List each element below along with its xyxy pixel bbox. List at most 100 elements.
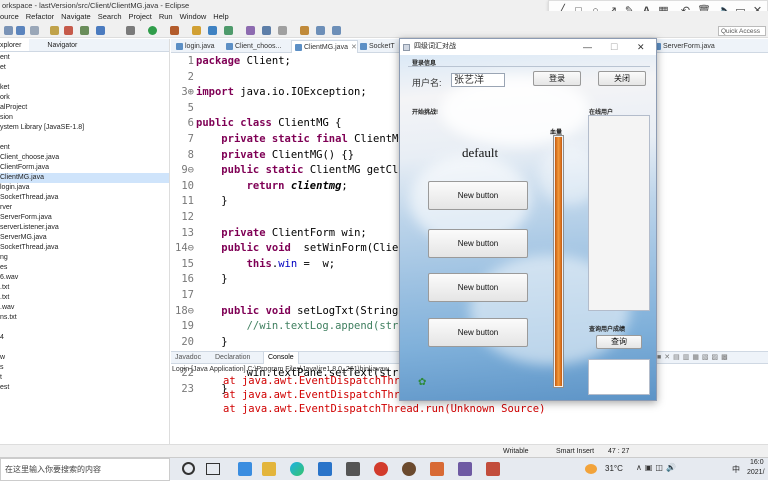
debug-stop-icon[interactable] xyxy=(64,26,73,35)
explorer-tree-item[interactable]: ng xyxy=(0,253,169,263)
external-tools-icon[interactable] xyxy=(170,26,179,35)
weather-icon[interactable] xyxy=(585,464,597,474)
explorer-tree-item[interactable]: ClientForm.java xyxy=(0,163,169,173)
tab-console[interactable]: Console xyxy=(263,352,299,364)
menu-item[interactable]: Run xyxy=(159,11,173,23)
step-into-icon[interactable] xyxy=(96,26,105,35)
answer-button-3[interactable]: New button xyxy=(428,273,528,302)
save-icon[interactable] xyxy=(16,26,25,35)
explorer-tree-item[interactable]: est xyxy=(0,383,169,393)
last-edit-icon[interactable] xyxy=(300,26,309,35)
online-users-list[interactable] xyxy=(588,115,650,311)
explorer-tree-item[interactable]: ket xyxy=(0,83,169,93)
explorer-tree-item[interactable] xyxy=(0,133,169,143)
explorer-tree-item[interactable]: sion xyxy=(0,113,169,123)
explorer-tree-item[interactable]: ent xyxy=(0,143,169,153)
new-icon[interactable] xyxy=(4,26,13,35)
explorer-tree-item[interactable]: et xyxy=(0,63,169,73)
search-icon[interactable] xyxy=(262,26,271,35)
explorer-tree-item[interactable]: SocketThread.java xyxy=(0,193,169,203)
tab-declaration[interactable]: Declaration xyxy=(215,352,250,364)
answer-button-1[interactable]: New button xyxy=(428,181,528,210)
explorer-tree-item[interactable]: w xyxy=(0,353,169,363)
explorer-tree-item[interactable]: ent xyxy=(0,53,169,63)
tab-serverform-java[interactable]: ServerForm.java xyxy=(651,40,715,53)
code-line[interactable]: public static ClientMG getCl xyxy=(196,164,398,176)
store-icon[interactable] xyxy=(346,462,360,476)
explorer-tree-item[interactable]: .txt xyxy=(0,283,169,293)
code-line[interactable]: return clientmg; xyxy=(196,180,348,192)
explorer-tree-item[interactable]: 6.wav xyxy=(0,273,169,283)
code-line[interactable]: private ClientForm win; xyxy=(196,227,366,239)
eclipse-icon[interactable] xyxy=(458,462,472,476)
mail-icon[interactable] xyxy=(318,462,332,476)
code-line[interactable]: this.win = w; xyxy=(196,258,336,270)
taskbar-search-box[interactable]: 在这里输入你要搜索的内容 xyxy=(0,458,170,481)
app-icon[interactable] xyxy=(402,462,416,476)
code-line[interactable]: import java.io.IOException; xyxy=(196,86,367,98)
file-explorer-icon[interactable] xyxy=(262,462,276,476)
explorer-tree-item[interactable]: 4 xyxy=(0,333,169,343)
tab-client-choose[interactable]: Client_choos... xyxy=(223,40,281,53)
tab-javadoc[interactable]: Javadoc xyxy=(175,352,201,364)
input-language[interactable]: 中 xyxy=(732,464,740,475)
menu-item[interactable]: Navigate xyxy=(61,11,91,23)
code-line[interactable]: package Client; xyxy=(196,55,291,67)
cortana-icon[interactable] xyxy=(182,462,195,475)
explorer-tree-item[interactable]: .wav xyxy=(0,303,169,313)
tray-icons[interactable]: ∧▣◫🔊 xyxy=(636,463,679,472)
close-tab-icon[interactable]: ✕ xyxy=(351,44,357,51)
task-view-icon[interactable] xyxy=(206,463,220,475)
forward-icon[interactable] xyxy=(332,26,341,35)
minimize-icon[interactable]: — xyxy=(583,39,592,55)
code-line[interactable]: //win.textLog.append(str xyxy=(196,320,399,332)
login-button[interactable]: 登录 xyxy=(533,71,581,86)
explorer-tree-item[interactable]: Client_choose.java xyxy=(0,153,169,163)
menu-item[interactable]: Search xyxy=(98,11,122,23)
code-line[interactable]: } xyxy=(196,195,227,207)
tab-clientmg-java[interactable]: ClientMG.java ✕ xyxy=(291,40,358,53)
explorer-tree-item[interactable]: ClientMG.java xyxy=(0,173,169,183)
print-icon[interactable] xyxy=(30,26,39,35)
answer-button-2[interactable]: New button xyxy=(428,229,528,258)
menu-item[interactable]: Help xyxy=(213,11,228,23)
code-line[interactable]: } xyxy=(196,273,227,285)
username-field[interactable]: 张艺洋 xyxy=(451,73,505,87)
explorer-tree-item[interactable]: serverListener.java xyxy=(0,223,169,233)
back-icon[interactable] xyxy=(316,26,325,35)
explorer-tree-item[interactable]: ServerMG.java xyxy=(0,233,169,243)
quick-access-field[interactable]: Quick Access xyxy=(718,26,766,36)
menu-item[interactable]: Project xyxy=(129,11,152,23)
explorer-tree-item[interactable]: ork xyxy=(0,93,169,103)
code-line[interactable]: private ClientMG() {} xyxy=(196,149,354,161)
menu-item[interactable]: Window xyxy=(180,11,207,23)
code-line[interactable]: public class ClientMG { xyxy=(196,117,341,129)
new-class-icon[interactable] xyxy=(224,26,233,35)
explorer-tree-item[interactable] xyxy=(0,323,169,333)
tab-navigator[interactable]: Navigator xyxy=(47,39,77,51)
explorer-tree-item[interactable]: login.java xyxy=(0,183,169,193)
app-icon[interactable] xyxy=(238,462,252,476)
annotation-icon[interactable] xyxy=(278,26,287,35)
explorer-tree-item[interactable]: ystem Library [JavaSE-1.8] xyxy=(0,123,169,133)
tab-login-java[interactable]: login.java xyxy=(173,40,215,53)
java-app-icon[interactable] xyxy=(486,462,500,476)
app-icon[interactable] xyxy=(430,462,444,476)
menu-item[interactable]: Refactor xyxy=(26,11,54,23)
code-line[interactable]: public void setLogTxt(String xyxy=(196,305,398,317)
step-icon[interactable] xyxy=(80,26,89,35)
code-line[interactable]: public void setWinForm(Clie xyxy=(196,242,398,254)
explorer-tree-item[interactable]: .txt xyxy=(0,293,169,303)
explorer-tree-item[interactable]: ServerForm.java xyxy=(0,213,169,223)
explorer-tree-item[interactable]: t xyxy=(0,373,169,383)
tab-socket-thread[interactable]: SocketT xyxy=(357,40,395,53)
query-button[interactable]: 查询 xyxy=(596,335,642,349)
tab-package-explorer[interactable]: xplorer xyxy=(0,39,30,51)
new-package-icon[interactable] xyxy=(208,26,217,35)
maximize-icon[interactable]: ☐ xyxy=(610,39,618,55)
open-type-icon[interactable] xyxy=(246,26,255,35)
code-line[interactable]: } xyxy=(196,336,227,348)
build-icon[interactable] xyxy=(50,26,59,35)
explorer-tree-item[interactable]: alProject xyxy=(0,103,169,113)
explorer-tree-item[interactable] xyxy=(0,73,169,83)
